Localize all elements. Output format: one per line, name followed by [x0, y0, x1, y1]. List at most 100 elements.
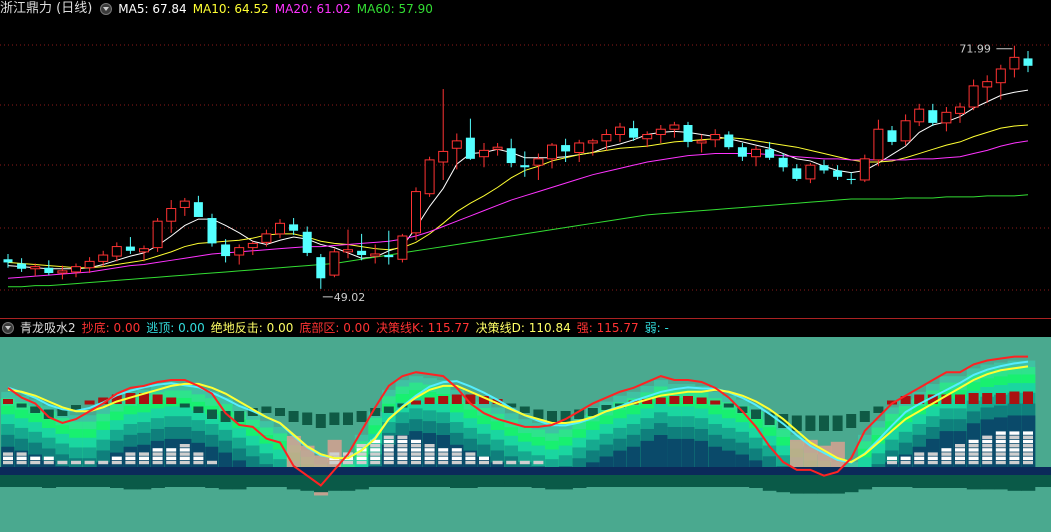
signal-bar — [982, 444, 993, 448]
signal-bar — [125, 456, 136, 460]
signal-bar — [995, 452, 1006, 456]
candle-body — [587, 140, 598, 144]
indicator-lower-wave — [518, 475, 533, 486]
indicator-band — [626, 446, 641, 467]
indicator-chart[interactable] — [0, 337, 1051, 532]
candle-body — [44, 267, 54, 273]
signal-bar — [411, 460, 421, 465]
indicator-band — [341, 464, 356, 467]
ind-item-chaodi: 抄底: 0.00 — [81, 321, 141, 335]
signal-bar — [179, 460, 190, 465]
indicator-band — [749, 460, 764, 467]
candle — [84, 257, 95, 273]
signal-bar — [982, 435, 993, 439]
candle — [696, 134, 707, 153]
candle — [520, 151, 530, 177]
candle-body — [1009, 56, 1020, 70]
candle-body — [451, 140, 462, 149]
signal-bar — [383, 439, 394, 444]
indicator-band — [55, 454, 70, 467]
signal-bar — [424, 444, 435, 448]
decision-box — [873, 406, 884, 413]
signal-bar — [424, 452, 435, 456]
signal-bar — [166, 448, 177, 452]
candle — [601, 129, 612, 151]
decision-box — [207, 409, 217, 419]
decision-box — [710, 400, 721, 405]
signal-bar — [356, 460, 367, 465]
indicator-lower-wave — [436, 475, 451, 487]
signal-bar — [1009, 456, 1020, 460]
signal-bar — [465, 460, 476, 465]
candle-body — [193, 202, 203, 217]
indicator-lower-wave — [871, 475, 886, 486]
signal-bar — [411, 444, 421, 448]
decision-box — [846, 414, 857, 428]
signal-bar — [1009, 435, 1020, 439]
signal-bar — [152, 452, 163, 456]
indicator-lower-wave — [681, 475, 696, 487]
decision-box — [315, 414, 326, 428]
candle-body — [968, 85, 979, 108]
signal-bar — [139, 460, 149, 465]
candle-body — [506, 148, 516, 164]
signal-bar — [57, 460, 68, 465]
indicator-lower-wave — [286, 475, 301, 490]
decision-box — [424, 397, 435, 404]
decision-box — [356, 411, 367, 422]
decision-box — [696, 397, 707, 404]
ind-item-weak: 弱: - — [644, 321, 669, 335]
signal-bar — [941, 452, 952, 456]
candle — [805, 163, 816, 184]
indicator-lower-wave — [640, 475, 655, 484]
candle — [438, 89, 449, 180]
indicator-band — [55, 466, 70, 467]
candle-body — [438, 150, 449, 163]
indicator-lower-wave — [110, 475, 125, 488]
indicator-lower-wave — [776, 475, 791, 493]
signal-bar — [900, 460, 911, 465]
candle-body — [17, 263, 27, 269]
candle — [30, 263, 41, 277]
signal-bar — [1009, 444, 1020, 448]
decision-box — [1009, 391, 1020, 404]
decision-box — [982, 393, 993, 404]
candle — [111, 242, 122, 262]
signal-bar — [955, 452, 965, 456]
candle-body — [887, 130, 897, 142]
signal-bar — [207, 460, 217, 465]
candle-body — [125, 246, 135, 251]
price-chart[interactable]: 71.99 49.02 — [0, 0, 1051, 318]
candle — [710, 129, 721, 148]
signal-bar — [43, 456, 54, 460]
indicator-collapse-icon[interactable] — [2, 322, 14, 334]
candle-body — [655, 128, 666, 136]
candle-body — [982, 81, 993, 88]
decision-box — [383, 406, 394, 413]
candle-body — [751, 148, 761, 158]
signal-bar — [955, 456, 965, 460]
candle — [57, 265, 68, 280]
indicator-band — [273, 459, 288, 467]
candle-body — [833, 170, 843, 177]
candle-body — [561, 145, 571, 152]
signal-bar — [397, 456, 408, 460]
signal-bar — [152, 456, 163, 460]
signal-bar — [125, 452, 136, 456]
candle-body — [1023, 58, 1033, 66]
indicator-lower-wave — [558, 475, 573, 490]
signal-bar — [519, 460, 530, 465]
indicator-band — [545, 459, 560, 467]
indicator-lower-wave — [300, 475, 315, 491]
candle — [955, 102, 965, 123]
indicator-lower-wave — [382, 475, 397, 486]
signal-bar — [1009, 431, 1020, 435]
indicator-lower-wave — [28, 475, 43, 486]
signal-bar — [3, 452, 13, 456]
decision-box — [832, 415, 843, 431]
candle-body — [316, 257, 326, 279]
candle — [207, 213, 217, 247]
indicator-lower-wave — [545, 475, 560, 490]
indicator-lower-wave — [191, 475, 206, 486]
decision-box — [261, 406, 272, 413]
